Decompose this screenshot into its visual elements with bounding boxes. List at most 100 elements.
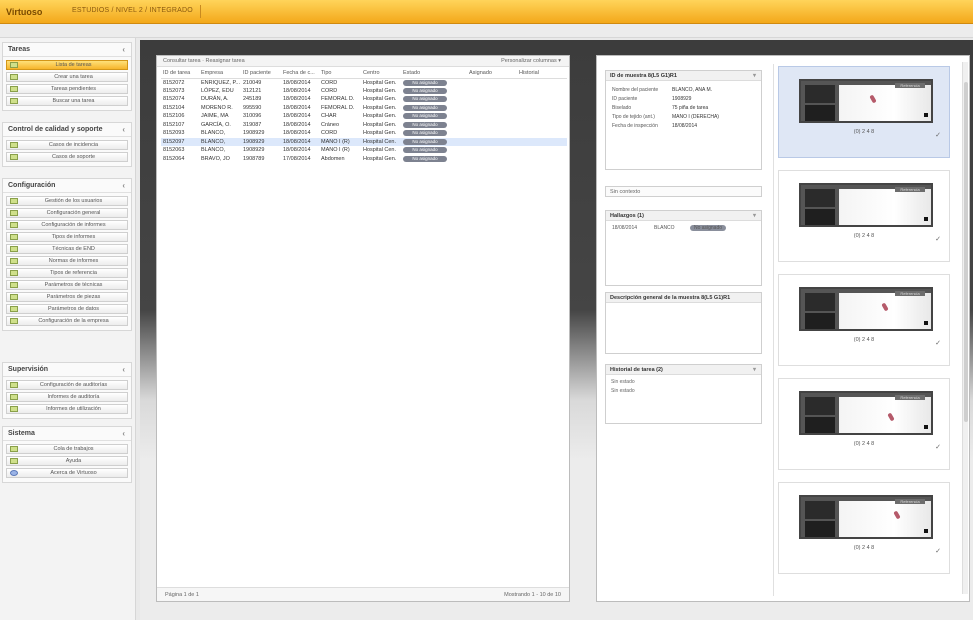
task-history-header[interactable]: Historial de tarea (2) ▾ — [606, 365, 761, 375]
sidebar-item[interactable]: Configuración general — [6, 208, 128, 218]
sidebar-item-label: Informes de auditoría — [47, 394, 100, 400]
sidebar-section-header[interactable]: Sistema ‹ — [3, 427, 131, 441]
grid-actions[interactable]: Consultar tarea · Reasignar tarea — [163, 58, 245, 64]
sidebar-item-label: Parámetros de piezas — [46, 294, 101, 300]
table-cell: No asignado — [401, 112, 467, 121]
table-row[interactable]: 8152072 ENRIQUEZ, P... 210049 18/08/2014 COR… — [161, 78, 567, 87]
table-cell: 18/08/2014 — [283, 113, 311, 120]
sidebar-item[interactable]: Informes de utilización — [6, 404, 128, 414]
collapse-icon[interactable]: ‹ — [122, 365, 125, 374]
sidebar-section-header[interactable]: Tareas ‹ — [3, 43, 131, 57]
table-cell: Hospital Gen. — [363, 113, 397, 120]
table-cell: 1908929 — [243, 130, 265, 137]
menu-item-icon — [10, 234, 18, 240]
sidebar-item-label: Configuración de la empresa — [38, 318, 109, 324]
menu-item-icon — [10, 210, 18, 216]
history-item[interactable]: Sin estado — [606, 387, 761, 396]
sidebar-item[interactable]: Casos de soporte — [6, 152, 128, 162]
collapse-icon[interactable]: ‹ — [122, 429, 125, 438]
sidebar-item[interactable]: Configuración de auditorías — [6, 380, 128, 390]
sidebar-item[interactable]: Cola de trabajos — [6, 444, 128, 454]
app-brand[interactable]: Virtuoso — [6, 7, 42, 17]
table-cell: BLANCO, — [199, 137, 241, 146]
column-header[interactable]: ID de tarea — [161, 69, 199, 79]
image-thumbnail[interactable]: Referencia (0) 2 4 8 ✓ — [778, 170, 950, 262]
sidebar-item[interactable]: Tareas pendientes — [6, 84, 128, 94]
radiograph-image: Referencia — [799, 183, 933, 227]
sidebar-item[interactable]: Informes de auditoría — [6, 392, 128, 402]
sidebar-section-header[interactable]: Configuración ‹ — [3, 179, 131, 193]
sidebar-item[interactable]: Tipos de referencia — [6, 268, 128, 278]
table-row[interactable]: 8152097 BLANCO, 1908929 18/08/2014 MANO I (R… — [161, 137, 567, 146]
sidebar-item-label: Cola de trabajos — [53, 446, 94, 452]
sidebar-item[interactable]: Lista de tareas — [6, 60, 128, 70]
grid-toolbar: Consultar tarea · Reasignar tarea Person… — [157, 56, 569, 67]
column-header[interactable]: Historial — [517, 69, 567, 79]
collapse-icon[interactable]: ▾ — [753, 72, 756, 79]
sidebar-item[interactable]: Ayuda — [6, 456, 128, 466]
sidebar-item[interactable]: Crear una tarea — [6, 72, 128, 82]
image-thumbnail[interactable]: Referencia (0) 2 4 8 ✓ — [778, 274, 950, 366]
field-row: Tipo de tejido (ant.) MANO I (DERECHA) — [606, 114, 761, 123]
sidebar-item-label: Parámetros de técnicas — [44, 282, 103, 288]
sidebar-item[interactable]: Parámetros de técnicas — [6, 280, 128, 290]
thumbnail-scrollbar[interactable] — [962, 62, 968, 594]
sample-info-header[interactable]: ID de muestra 8(L5 G1)R1 ▾ — [606, 71, 761, 81]
sidebar-item[interactable]: Parámetros de piezas — [6, 292, 128, 302]
sidebar-item[interactable]: Gestión de los usuarios — [6, 196, 128, 206]
table-row[interactable]: 8152063 BLANCO, 1908929 18/08/2014 MANO I (R… — [161, 146, 567, 155]
column-header[interactable]: Empresa — [199, 69, 241, 79]
column-header[interactable]: Asignado — [467, 69, 517, 79]
table-row[interactable]: 8152104 MORENO R. 995590 18/08/2014 FEMORAL … — [161, 104, 567, 113]
table-row[interactable]: 8152064 BRAVO, JO 1908789 17/08/2014 Abdomen… — [161, 155, 567, 164]
image-thumbnail[interactable]: Referencia (0) 2 4 8 ✓ — [778, 66, 950, 158]
sidebar-item[interactable]: Tipos de informes — [6, 232, 128, 242]
breadcrumb[interactable]: ESTUDIOS / NIVEL 2 / INTEGRADO — [72, 7, 193, 14]
customize-columns-button[interactable]: Personalizar columnas ▾ — [501, 58, 561, 64]
column-header[interactable]: Fecha de c... — [281, 69, 319, 79]
finding-row[interactable]: 18/08/2014 BLANCO No asignado — [610, 224, 757, 234]
column-header[interactable]: ID paciente — [241, 69, 281, 79]
collapse-icon[interactable]: ‹ — [122, 45, 125, 54]
column-header[interactable]: Tipo — [319, 69, 361, 79]
collapse-icon[interactable]: ‹ — [122, 125, 125, 134]
menu-item-icon — [10, 86, 18, 92]
column-header[interactable]: Centro — [361, 69, 401, 79]
sidebar-item[interactable]: Casos de incidencia — [6, 140, 128, 150]
finding-date: 18/08/2014 — [612, 225, 638, 231]
sidebar-item[interactable]: Acerca de Virtuoso — [6, 468, 128, 478]
sidebar-item[interactable]: Buscar una tarea — [6, 96, 128, 106]
table-row[interactable]: 8152107 GARCÍA, O. 319087 18/08/2014 Cráneo H… — [161, 121, 567, 130]
collapse-icon[interactable]: ▾ — [753, 366, 756, 373]
sidebar-item[interactable]: Parámetros de datos — [6, 304, 128, 314]
table-row[interactable]: 8152106 JAIME, MA 310096 18/08/2014 CHAR Hosp… — [161, 112, 567, 121]
column-header[interactable]: Estado — [401, 69, 467, 79]
sidebar-item[interactable]: Configuración de informes — [6, 220, 128, 230]
table-cell: 18/08/2014 — [283, 121, 311, 128]
table-row[interactable]: 8152073 LÓPEZ, EDU 312121 18/08/2014 CORD Hos… — [161, 87, 567, 96]
sidebar-item[interactable]: Técnicas de END — [6, 244, 128, 254]
general-description-header[interactable]: Descripción general de la muestra 8(L5 G… — [606, 293, 761, 303]
sidebar-section-header[interactable]: Control de calidad y soporte ‹ — [3, 123, 131, 137]
task-table: ID de tarea Empresa ID paciente Fecha de c.… — [161, 69, 567, 163]
sidebar-item[interactable]: Configuración de la empresa — [6, 316, 128, 326]
sidebar-section-header[interactable]: Supervisión ‹ — [3, 363, 131, 377]
history-item[interactable]: Sin estado — [606, 378, 761, 387]
detail-panel: ID de muestra 8(L5 G1)R1 ▾ Nombre del pa… — [596, 55, 970, 602]
image-thumbnail[interactable]: Referencia (0) 2 4 8 ✓ — [778, 482, 950, 574]
page-indicator[interactable]: Página 1 de 1 — [165, 592, 199, 598]
table-row[interactable]: 8152093 BLANCO, 1908929 18/08/2014 CORD Hospi… — [161, 129, 567, 138]
scrollbar-thumb[interactable] — [964, 82, 968, 422]
history-list: Sin estado Sin estado — [606, 375, 761, 396]
table-cell: No asignado — [401, 78, 467, 87]
sidebar-item[interactable]: Normas de informes — [6, 256, 128, 266]
menu-item-icon — [10, 282, 18, 288]
table-cell: Hospital Gen. — [363, 121, 397, 128]
findings-header[interactable]: Hallazgos (1) ▾ — [606, 211, 761, 221]
task-history-box: Historial de tarea (2) ▾ Sin estado Sin e… — [605, 364, 762, 424]
image-thumbnail[interactable]: Referencia (0) 2 4 8 ✓ — [778, 378, 950, 470]
collapse-icon[interactable]: ‹ — [122, 181, 125, 190]
collapse-icon[interactable]: ▾ — [753, 212, 756, 219]
table-row[interactable]: 8152074 DURÁN, A. 245189 18/08/2014 FEMORAL … — [161, 95, 567, 104]
context-field[interactable]: Sin contexto — [605, 186, 762, 197]
